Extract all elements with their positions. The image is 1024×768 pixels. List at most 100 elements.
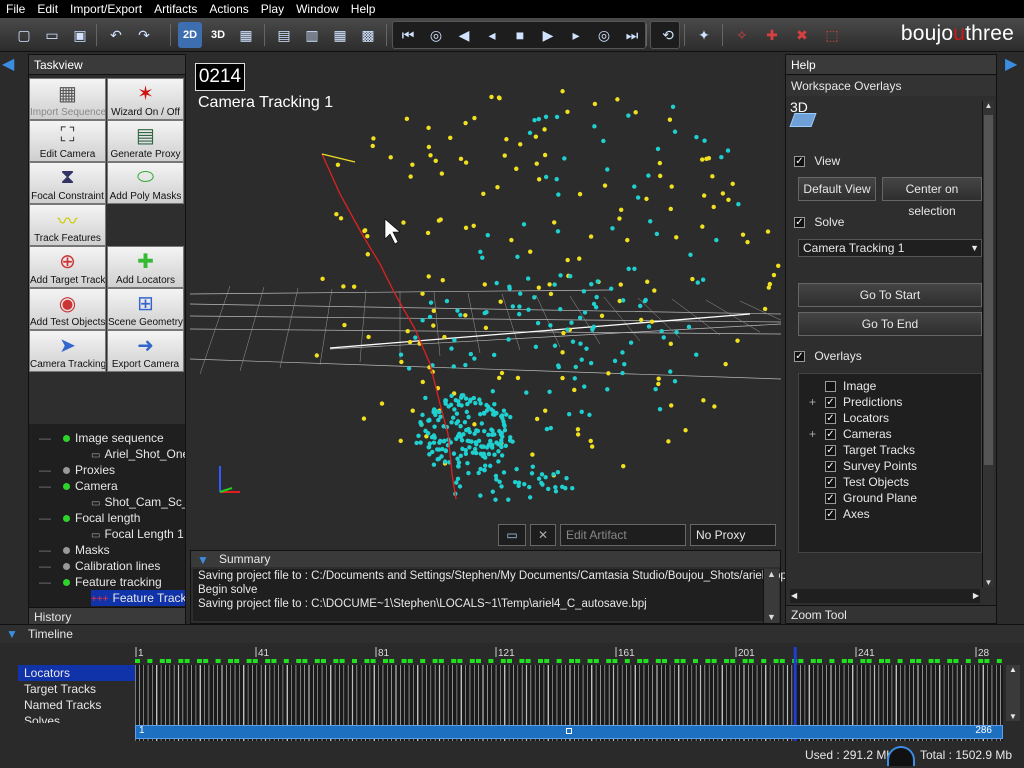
play-icon[interactable]: ▶ <box>536 22 560 48</box>
timeline-range-bar[interactable]: 1 286 <box>135 725 1003 739</box>
tree-item[interactable]: — Feature tracking <box>39 574 162 590</box>
redo-icon[interactable]: ↷ <box>132 22 156 48</box>
undo-icon[interactable]: ↶ <box>104 22 128 48</box>
task-import-sequence[interactable]: ▦ Import Sequence <box>29 78 106 120</box>
timeline-row[interactable]: Solves <box>18 713 135 723</box>
task-camera-tracking[interactable]: ➤ Camera Tracking <box>29 330 106 372</box>
task-export-camera[interactable]: ➜ Export Camera <box>107 330 184 372</box>
history-tab[interactable]: History <box>29 607 185 625</box>
menu-file[interactable]: File <box>0 0 31 18</box>
overlay-checkbox[interactable]: ✓ <box>825 461 836 473</box>
overlay-checkbox[interactable]: ✓ <box>825 445 836 457</box>
solve-dropdown[interactable]: Camera Tracking 1 ▼ <box>798 239 982 257</box>
summary-scrollbar[interactable]: ▲ ▼ <box>763 569 779 623</box>
zoom-tool-tab[interactable]: Zoom Tool <box>786 605 996 623</box>
tree-item[interactable]: — Calibration lines <box>39 558 160 574</box>
timeline-header[interactable]: ▼ Timeline <box>0 625 1024 643</box>
overlay-item[interactable]: + ✓ Predictions <box>809 394 902 410</box>
open-folder-icon[interactable]: ▭ <box>40 22 64 48</box>
wizard-icon[interactable]: ✦ <box>692 22 716 48</box>
edit-tool-icon[interactable]: ✕ <box>530 524 556 546</box>
tree-item[interactable]: — Image sequence <box>39 430 164 446</box>
layout-triple-icon[interactable]: ▦ <box>328 22 352 48</box>
overlay-item[interactable]: + ✓ Cameras <box>809 426 892 442</box>
tree-item[interactable]: — Camera <box>39 478 118 494</box>
range-handle[interactable] <box>566 728 572 734</box>
default-view-button[interactable]: Default View <box>798 177 876 201</box>
collapse-right-arrow-icon[interactable]: ▶ <box>1005 54 1017 74</box>
solve-checkbox[interactable]: ✓ Solve <box>794 215 844 229</box>
overlay-item[interactable]: ✓ Axes <box>825 506 870 522</box>
tree-item[interactable]: — Proxies <box>39 462 115 478</box>
layout-split-icon[interactable]: ▥ <box>300 22 324 48</box>
task-add-target-tracks[interactable]: ⊕ Add Target Tracks <box>29 246 106 288</box>
center-selection-button[interactable]: Center on selection <box>882 177 982 218</box>
play-back-icon[interactable]: ◂ <box>480 22 504 48</box>
view-2d-icon[interactable]: 2D <box>178 22 202 48</box>
task-generate-proxy[interactable]: ▤ Generate Proxy <box>107 120 184 162</box>
view-checkbox[interactable]: ✓ View <box>794 154 840 168</box>
overlay-checkbox[interactable]: ✓ <box>825 493 836 505</box>
viewport-3d[interactable]: 0214 Camera Tracking 1 <box>190 54 781 522</box>
robot-camera-icon[interactable]: ✚ <box>760 22 784 48</box>
overlays-checkbox[interactable]: ✓ Overlays <box>794 349 862 363</box>
task-add-test-objects[interactable]: ◉ Add Test Objects <box>29 288 106 330</box>
proxy-view-icon[interactable]: ▭ <box>498 524 526 546</box>
go-to-end-button[interactable]: Go To End <box>798 312 982 336</box>
tree-item[interactable]: — Masks <box>39 542 110 558</box>
task-track-features[interactable]: 〰 Track Features <box>29 204 106 246</box>
menu-artifacts[interactable]: Artifacts <box>148 0 203 18</box>
tree-item[interactable]: +++Feature Tracking <box>91 590 185 606</box>
prev-key-icon[interactable]: ◎ <box>424 22 448 48</box>
overlay-item[interactable]: ✓ Locators <box>825 410 889 426</box>
timeline-row[interactable]: Locators <box>18 665 135 681</box>
task-wizard-on-off[interactable]: ✶ Wizard On / Off <box>107 78 184 120</box>
layout-quad-icon[interactable]: ▩ <box>356 22 380 48</box>
overlay-checkbox[interactable]: ✓ <box>825 413 836 425</box>
help-scrollbar[interactable]: ▲ ▼ <box>982 101 994 587</box>
overlay-item[interactable]: Image <box>825 378 876 394</box>
edit-artifact-button[interactable]: Edit Artifact <box>560 524 686 546</box>
overlay-checkbox[interactable]: ✓ <box>825 477 836 489</box>
go-start-icon[interactable]: ⏮ <box>396 22 420 48</box>
collapse-triangle-icon[interactable]: ▼ <box>197 552 209 568</box>
solve-icon[interactable]: ✧ <box>730 22 754 48</box>
view-graph-icon[interactable]: ▦ <box>234 22 258 48</box>
loop-icon[interactable]: ⟲ <box>656 22 680 48</box>
help-hscrollbar[interactable]: ◀ ▶ <box>790 589 980 603</box>
timeline-row[interactable]: Named Tracks <box>18 697 135 713</box>
menu-edit[interactable]: Edit <box>31 0 64 18</box>
menu-window[interactable]: Window <box>290 0 345 18</box>
scroll-up-icon[interactable]: ▲ <box>983 101 994 110</box>
overlay-checkbox[interactable]: ✓ <box>825 509 836 521</box>
task-add-locators[interactable]: ✚ Add Locators <box>107 246 184 288</box>
overlay-item[interactable]: ✓ Ground Plane <box>825 490 917 506</box>
track-icon[interactable]: ✖ <box>790 22 814 48</box>
overlay-checkbox[interactable]: ✓ <box>825 429 836 441</box>
overlay-item[interactable]: ✓ Survey Points <box>825 458 917 474</box>
menu-importexport[interactable]: Import/Export <box>64 0 148 18</box>
menu-actions[interactable]: Actions <box>203 0 254 18</box>
timeline-row[interactable]: Target Tracks <box>18 681 135 697</box>
prev-frame-icon[interactable]: ◀ <box>452 22 476 48</box>
scroll-up-icon[interactable]: ▲ <box>1006 665 1020 674</box>
next-key-icon[interactable]: ◎ <box>592 22 616 48</box>
next-frame-icon[interactable]: ▸ <box>564 22 588 48</box>
task-scene-geometry[interactable]: ⊞ Scene Geometry <box>107 288 184 330</box>
tree-item[interactable]: ▭Shot_Cam_Sc_01 <box>91 494 185 510</box>
tree-item[interactable]: ▭ Ariel_Shot_One <box>91 446 185 462</box>
scroll-down-icon[interactable]: ▼ <box>764 612 779 622</box>
overlay-checkbox[interactable]: ✓ <box>825 397 836 409</box>
overlay-checkbox[interactable] <box>825 381 836 393</box>
stop-icon[interactable]: ■ <box>508 22 532 48</box>
menu-help[interactable]: Help <box>345 0 382 18</box>
new-file-icon[interactable]: ▢ <box>12 22 36 48</box>
select-icon[interactable]: ⬚ <box>820 22 844 48</box>
tree-item[interactable]: — Focal length <box>39 510 140 526</box>
timeline-scrollbar[interactable]: ▲ ▼ <box>1006 665 1020 721</box>
menu-play[interactable]: Play <box>255 0 290 18</box>
layout-single-icon[interactable]: ▤ <box>272 22 296 48</box>
summary-header[interactable]: ▼ Summary <box>191 551 780 567</box>
go-end-icon[interactable]: ⏭ <box>620 22 644 48</box>
scroll-down-icon[interactable]: ▼ <box>983 578 994 587</box>
